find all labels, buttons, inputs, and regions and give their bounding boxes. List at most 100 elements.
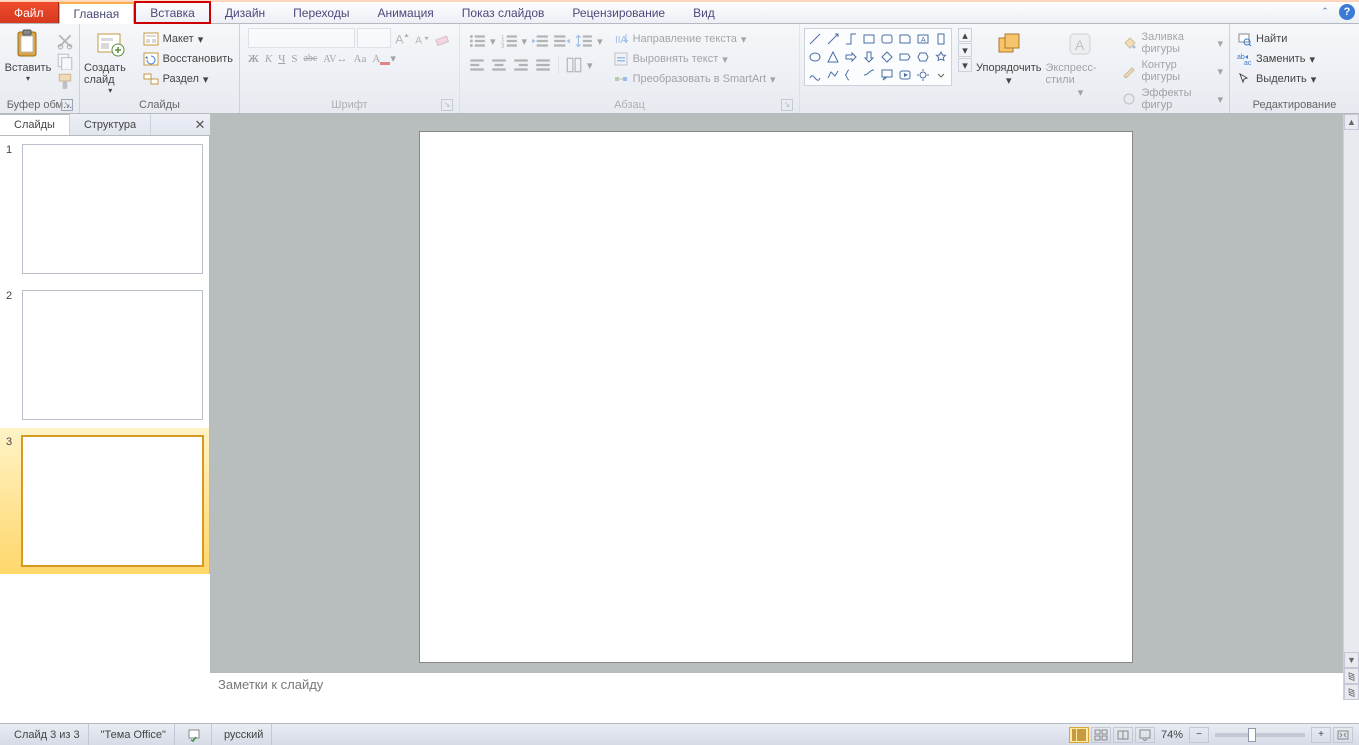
cut-icon[interactable]: [56, 32, 74, 50]
strike-button[interactable]: S: [291, 53, 297, 65]
thumbnails-pane[interactable]: 1 2 3: [0, 136, 210, 574]
shadow-button[interactable]: abc: [303, 53, 317, 64]
notes-input[interactable]: Заметки к слайду: [210, 672, 1343, 700]
tab-home[interactable]: Главная: [59, 2, 135, 24]
shape-elbow[interactable]: [843, 31, 859, 47]
shape-textbox[interactable]: A: [915, 31, 931, 47]
line-spacing-icon[interactable]: [575, 32, 593, 50]
vertical-scrollbar[interactable]: ▲ ▼ ⧎ ⧎: [1343, 114, 1359, 700]
status-slide[interactable]: Слайд 3 из 3: [6, 724, 89, 745]
scroll-up-icon[interactable]: ▲: [1344, 114, 1359, 130]
shape-outline-button[interactable]: Контур фигуры ▾: [1119, 58, 1225, 84]
tab-transitions[interactable]: Переходы: [279, 2, 363, 23]
tab-insert[interactable]: Вставка: [134, 1, 211, 24]
thumbnail-3[interactable]: 3: [0, 428, 209, 574]
italic-button[interactable]: К: [265, 53, 272, 65]
shape-hexagon[interactable]: [915, 49, 931, 65]
align-text-button[interactable]: Выровнять текст ▾: [611, 50, 778, 68]
text-direction-button[interactable]: IIAНаправление текста ▾: [611, 30, 778, 48]
clipboard-launcher[interactable]: ↘: [61, 99, 73, 111]
shape-vtextbox[interactable]: [933, 31, 949, 47]
pane-tab-outline[interactable]: Структура: [70, 114, 151, 135]
align-left-icon[interactable]: [468, 56, 486, 74]
scroll-down-icon[interactable]: ▼: [1344, 652, 1359, 668]
shape-freeform[interactable]: [825, 67, 841, 83]
pane-tab-slides[interactable]: Слайды: [0, 114, 70, 135]
tab-design[interactable]: Дизайн: [211, 2, 279, 23]
format-painter-icon[interactable]: [56, 72, 74, 90]
shape-callout[interactable]: [879, 67, 895, 83]
view-reading-icon[interactable]: [1113, 727, 1133, 743]
shape-more[interactable]: [933, 67, 949, 83]
shape-star[interactable]: [933, 49, 949, 65]
pane-close-icon[interactable]: ✕: [190, 114, 210, 135]
shrink-font-icon[interactable]: A: [413, 29, 431, 47]
tab-slideshow[interactable]: Показ слайдов: [448, 2, 559, 23]
new-slide-button[interactable]: Создать слайд ▾: [84, 28, 137, 95]
shape-arrow-line[interactable]: [825, 31, 841, 47]
quick-styles-button[interactable]: A Экспресс-стили▾: [1045, 28, 1115, 99]
decrease-indent-icon[interactable]: [531, 32, 549, 50]
select-button[interactable]: Выделить ▾: [1234, 70, 1318, 88]
paragraph-launcher[interactable]: ↘: [781, 99, 793, 111]
next-slide-icon[interactable]: ⧎: [1344, 684, 1359, 700]
zoom-out-icon[interactable]: −: [1189, 727, 1209, 743]
increase-indent-icon[interactable]: [553, 32, 571, 50]
tab-review[interactable]: Рецензирование: [558, 2, 679, 23]
clear-format-icon[interactable]: [433, 29, 451, 47]
zoom-slider[interactable]: [1215, 733, 1305, 737]
font-launcher[interactable]: ↘: [441, 99, 453, 111]
shape-triangle[interactable]: [825, 49, 841, 65]
reset-button[interactable]: Восстановить: [141, 50, 235, 68]
spacing-button[interactable]: AV↔: [323, 53, 347, 65]
replace-button[interactable]: abacЗаменить ▾: [1234, 50, 1318, 68]
shapes-gallery[interactable]: A: [804, 28, 952, 86]
shape-curve[interactable]: [807, 67, 823, 83]
status-theme[interactable]: "Тема Office": [93, 724, 175, 745]
fit-window-icon[interactable]: [1333, 727, 1353, 743]
shape-sun[interactable]: [915, 67, 931, 83]
shape-effects-button[interactable]: Эффекты фигур ▾: [1119, 86, 1225, 112]
copy-icon[interactable]: [56, 52, 74, 70]
status-language[interactable]: русский: [216, 724, 272, 745]
shape-rect[interactable]: [861, 31, 877, 47]
tab-file[interactable]: Файл: [0, 2, 59, 23]
paste-button[interactable]: Вставить ▾: [4, 28, 52, 83]
shape-action[interactable]: [897, 67, 913, 83]
shape-roundrect[interactable]: [879, 31, 895, 47]
align-center-icon[interactable]: [490, 56, 508, 74]
arrange-button[interactable]: Упорядочить▾: [976, 28, 1041, 87]
justify-icon[interactable]: [534, 56, 552, 74]
font-size-input[interactable]: [357, 28, 391, 48]
shape-right-arrow[interactable]: [843, 49, 859, 65]
shape-diamond[interactable]: [879, 49, 895, 65]
zoom-in-icon[interactable]: +: [1311, 727, 1331, 743]
font-color-button[interactable]: A▾: [372, 52, 395, 65]
thumbnail-2[interactable]: 2: [0, 282, 209, 428]
shape-line[interactable]: [807, 31, 823, 47]
zoom-knob[interactable]: [1248, 728, 1256, 742]
tab-view[interactable]: Вид: [679, 2, 729, 23]
prev-slide-icon[interactable]: ⧎: [1344, 668, 1359, 684]
help-icon[interactable]: ?: [1339, 4, 1355, 20]
shapes-more-icon[interactable]: ▾: [958, 58, 972, 72]
zoom-value[interactable]: 74%: [1161, 729, 1183, 741]
case-button[interactable]: Aa: [354, 53, 367, 65]
shapes-scroll-down-icon[interactable]: ▾: [958, 43, 972, 57]
shape-snip[interactable]: [897, 31, 913, 47]
bullets-icon[interactable]: [468, 32, 486, 50]
shapes-scroll-up-icon[interactable]: ▴: [958, 28, 972, 42]
status-spellcheck[interactable]: [179, 724, 212, 745]
scroll-track[interactable]: [1344, 130, 1359, 652]
align-right-icon[interactable]: [512, 56, 530, 74]
numbering-icon[interactable]: 123: [500, 32, 518, 50]
convert-smartart-button[interactable]: Преобразовать в SmartArt ▾: [611, 70, 778, 88]
grow-font-icon[interactable]: A: [393, 29, 411, 47]
find-button[interactable]: Найти: [1234, 30, 1318, 48]
tab-animations[interactable]: Анимация: [363, 2, 447, 23]
shape-fill-button[interactable]: Заливка фигуры ▾: [1119, 30, 1225, 56]
font-name-input[interactable]: [248, 28, 355, 48]
shape-oval[interactable]: [807, 49, 823, 65]
section-button[interactable]: Раздел ▾: [141, 70, 235, 88]
view-slideshow-icon[interactable]: [1135, 727, 1155, 743]
